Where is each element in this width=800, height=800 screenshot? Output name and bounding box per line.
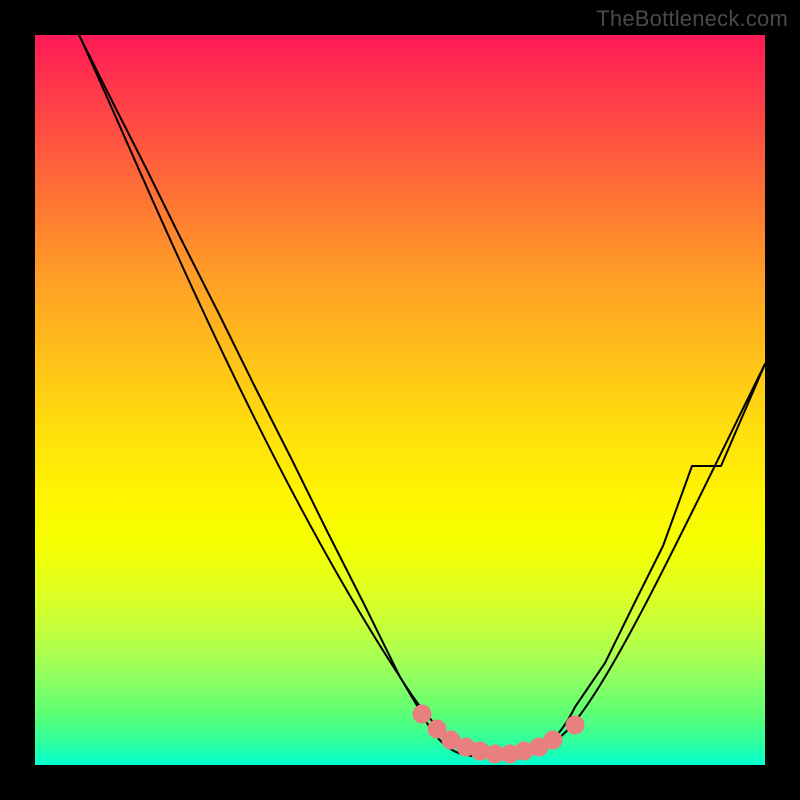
bottleneck-plot-area [35,35,765,765]
watermark-text: TheBottleneck.com [596,6,788,32]
chart-canvas: TheBottleneck.com [0,0,800,800]
